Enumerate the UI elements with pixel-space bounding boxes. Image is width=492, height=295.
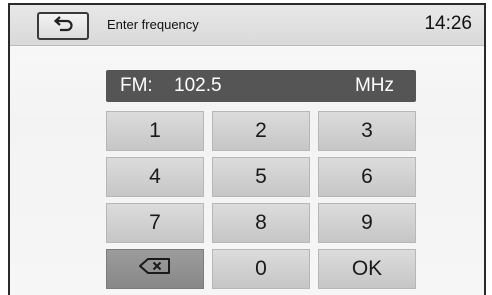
key-2[interactable]: 2 — [212, 111, 310, 151]
keypad: 1 2 3 4 5 6 7 8 9 0 OK — [106, 111, 416, 289]
band-label: FM: — [120, 75, 153, 96]
back-arrow-icon — [52, 15, 74, 37]
unit-label: MHz — [354, 75, 394, 96]
backspace-icon — [138, 257, 172, 281]
key-9[interactable]: 9 — [318, 203, 416, 243]
key-6[interactable]: 6 — [318, 157, 416, 197]
key-4[interactable]: 4 — [106, 157, 204, 197]
key-8[interactable]: 8 — [212, 203, 310, 243]
header-bar: Enter frequency 14:26 — [10, 5, 484, 46]
back-button[interactable] — [37, 12, 89, 40]
key-5[interactable]: 5 — [212, 157, 310, 197]
page-title: Enter frequency — [107, 17, 199, 32]
frequency-value: 102.5 — [174, 75, 222, 96]
clock: 14:26 — [424, 13, 472, 34]
screen-frame: Enter frequency 14:26 FM: 102.5 MHz 1 2 … — [8, 3, 486, 295]
key-3[interactable]: 3 — [318, 111, 416, 151]
backspace-button[interactable] — [106, 249, 204, 289]
frequency-display: FM: 102.5 MHz — [106, 70, 416, 102]
ok-button[interactable]: OK — [318, 249, 416, 289]
key-0[interactable]: 0 — [212, 249, 310, 289]
key-7[interactable]: 7 — [106, 203, 204, 243]
key-1[interactable]: 1 — [106, 111, 204, 151]
